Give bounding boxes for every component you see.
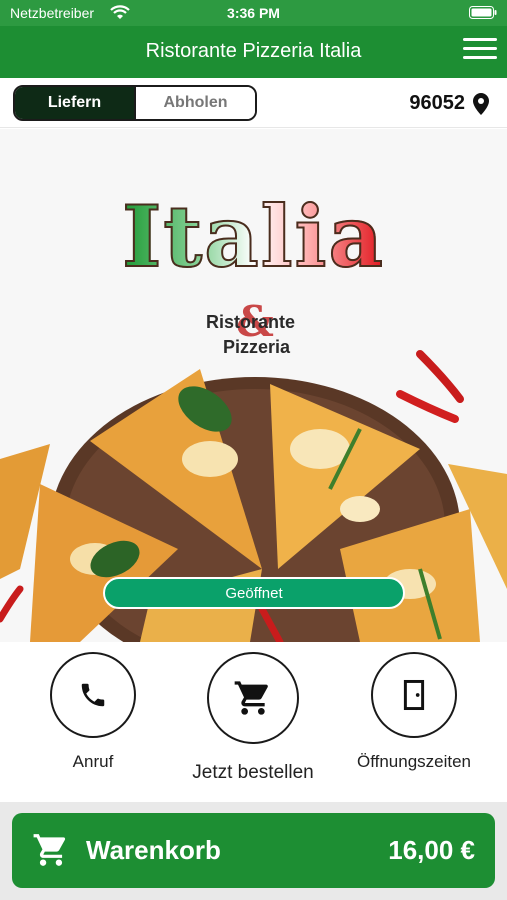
mode-option-liefern[interactable]: Liefern	[15, 87, 134, 119]
location-pin-icon	[473, 92, 489, 115]
status-bar: Netzbetreiber 3:36 PM	[0, 0, 507, 26]
cart-bar-icon	[33, 834, 66, 866]
battery-icon	[469, 6, 497, 19]
app-header: Ristorante Pizzeria Italia	[0, 26, 507, 78]
postal-code: 96052	[409, 92, 465, 114]
phone-icon	[81, 683, 105, 707]
cart-button[interactable]: Warenkorb 16,00 €	[12, 813, 495, 888]
logo-subtitle-pizzeria: Pizzeria	[222, 337, 291, 357]
door-icon	[403, 679, 425, 711]
hero-banner: Italia & Ristorante Pizzeria Geöffnet	[0, 129, 507, 642]
hamburger-menu-icon[interactable]	[463, 38, 497, 64]
quick-actions: Anruf Jetzt bestellen Öffnungszeiten	[0, 642, 507, 802]
cart-icon	[234, 681, 268, 715]
order-now-button[interactable]	[207, 652, 299, 744]
opening-hours-action[interactable]: Öffnungszeiten	[351, 652, 477, 772]
call-label: Anruf	[72, 752, 114, 771]
cart-total: 16,00 €	[388, 835, 475, 865]
brand-name: Italia	[121, 186, 385, 287]
brand-logo: Italia	[0, 186, 507, 287]
delivery-mode-toggle: Liefern Abholen	[13, 85, 257, 121]
mode-option-abholen[interactable]: Abholen	[134, 87, 255, 119]
status-time: 3:36 PM	[227, 5, 280, 21]
app-title: Ristorante Pizzeria Italia	[145, 40, 362, 62]
location-selector[interactable]: 96052	[409, 92, 489, 115]
logo-subtitle-ristorante: Ristorante	[205, 312, 295, 332]
open-status-badge: Geöffnet	[103, 577, 405, 609]
opening-hours-label: Öffnungszeiten	[356, 752, 472, 771]
order-now-label: Jetzt bestellen	[192, 762, 314, 783]
opening-hours-button[interactable]	[371, 652, 457, 738]
order-mode-bar: Liefern Abholen 96052	[0, 78, 507, 128]
cart-label: Warenkorb	[86, 835, 221, 865]
call-action[interactable]: Anruf	[48, 652, 138, 772]
call-button[interactable]	[50, 652, 136, 738]
order-now-action[interactable]: Jetzt bestellen	[188, 652, 318, 784]
